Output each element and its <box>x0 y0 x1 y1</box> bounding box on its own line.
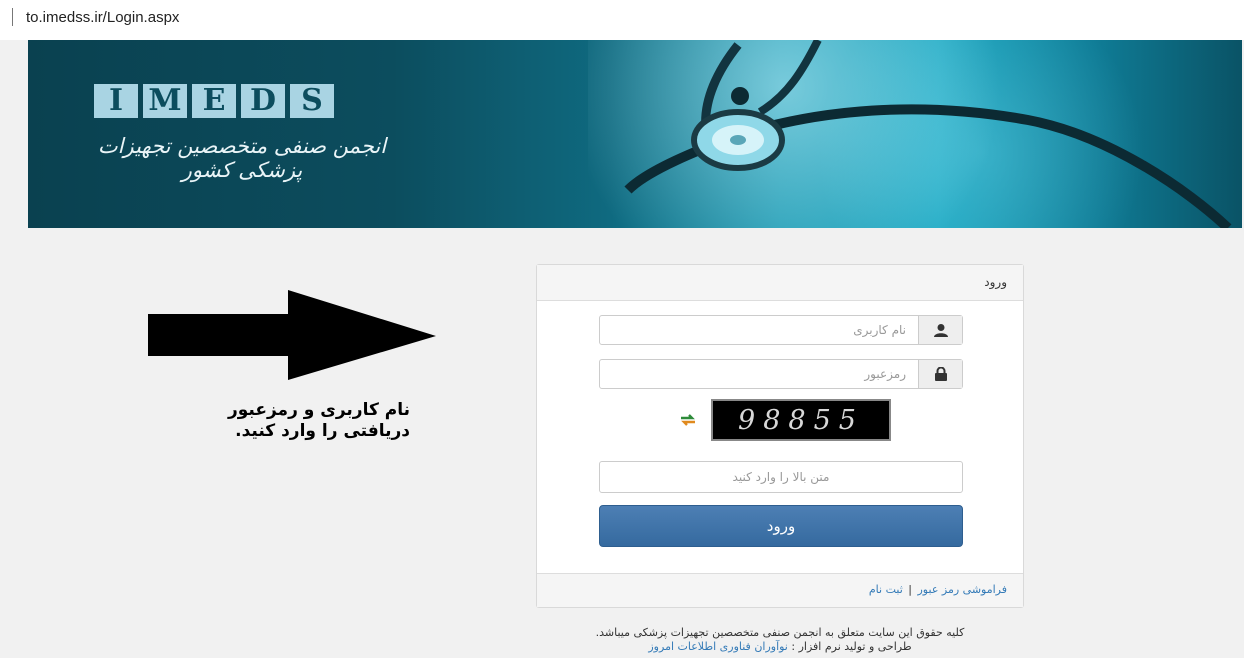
captcha-image: 98855 <box>711 399 891 441</box>
username-field[interactable] <box>599 315 963 345</box>
banner-subtitle: انجمن صنفی متخصصین تجهیزات پزشکی کشور <box>97 134 387 182</box>
register-link[interactable]: ثبت نام <box>869 583 903 596</box>
captcha-row: 98855 <box>677 399 891 441</box>
password-field[interactable] <box>599 359 963 389</box>
logo-letter: M <box>143 84 187 118</box>
username-input[interactable] <box>600 316 918 344</box>
captcha-field[interactable] <box>599 461 963 493</box>
logo-letter: S <box>290 84 334 118</box>
address-bar-url[interactable]: to.imedss.ir/Login.aspx <box>26 9 179 26</box>
copyright-text: کلیه حقوق این سایت متعلق به انجمن صنفی م… <box>595 626 965 639</box>
address-bar[interactable]: to.imedss.ir/Login.aspx <box>0 0 1244 40</box>
annotation-text: نام کاربری و رمزعبور دریافتی را وارد کنی… <box>120 400 410 442</box>
login-panel-header: ورود <box>537 265 1023 301</box>
refresh-icon[interactable] <box>677 409 699 431</box>
user-icon <box>918 316 962 344</box>
logo-letter: E <box>192 84 236 118</box>
link-separator: | <box>908 583 912 596</box>
annotation-arrow-icon <box>148 290 436 380</box>
logo-letter: D <box>241 84 285 118</box>
credit-prefix: طراحی و تولید نرم افزار : <box>791 640 912 653</box>
annotation-line-1: نام کاربری و رمزعبور <box>227 400 410 420</box>
logo-letter: I <box>94 84 138 118</box>
login-panel-footer: فراموشی رمز عبور | ثبت نام <box>537 573 1023 607</box>
credit-line: طراحی و تولید نرم افزار : نوآوران فناوری… <box>500 640 1060 654</box>
page-footer: کلیه حقوق این سایت متعلق به انجمن صنفی م… <box>500 626 1060 654</box>
lock-icon <box>918 360 962 388</box>
forgot-password-link[interactable]: فراموشی رمز عبور <box>918 583 1008 596</box>
address-bar-divider <box>12 8 13 26</box>
password-input[interactable] <box>600 360 918 388</box>
annotation-line-2: دریافتی را وارد کنید. <box>235 421 410 441</box>
credit-link[interactable]: نوآوران فناوری اطلاعات امروز <box>648 640 788 653</box>
header-banner: I M E D S انجمن صنفی متخصصین تجهیزات پزش… <box>28 40 1242 228</box>
imeds-logo: I M E D S <box>94 84 334 118</box>
login-panel: ورود 98855 ورود فراموشی رمز عبور | ثبت ن… <box>536 264 1024 608</box>
captcha-input[interactable] <box>600 462 962 492</box>
stethoscope-image <box>624 40 1232 228</box>
login-button[interactable]: ورود <box>599 505 963 547</box>
